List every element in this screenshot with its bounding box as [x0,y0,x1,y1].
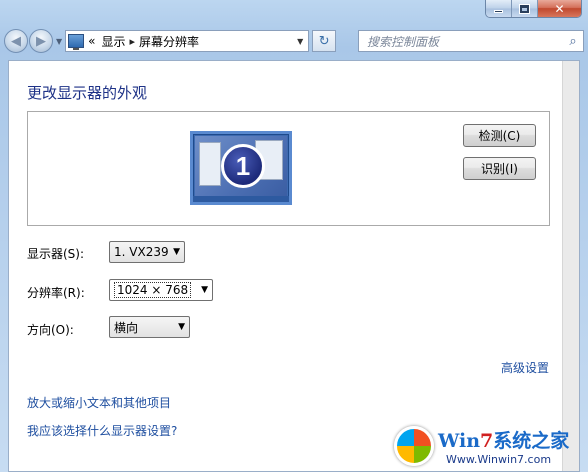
watermark-text: Win7系统之家 Www.Winwin7.com [438,426,569,466]
detect-button[interactable]: 检测(C) [463,124,536,147]
orientation-select[interactable]: 横向 ▼ [109,316,190,338]
page-title: 更改显示器的外观 [27,84,148,102]
breadcrumb-screen-resolution[interactable]: 屏幕分辨率 [139,33,199,50]
forward-arrow-icon: ▶ [36,33,46,49]
monitor-taskbar [193,196,289,202]
watermark-brand-c: 系统之家 [493,430,570,452]
recent-pages-dropdown[interactable]: ▼ [56,37,62,46]
window-frame: ✕ ◀ ▶ ▼ « 显示 ▸ 屏幕分辨率 ▼ ↻ 搜索控制面板 ⌕ 更改显示器的… [0,0,588,472]
monitor-preview-area: 1 检测(C) 识别(I) [27,111,550,226]
resolution-value: 1024 × 768 [114,282,192,298]
navigation-bar: ◀ ▶ ▼ « 显示 ▸ 屏幕分辨率 ▼ ↻ 搜索控制面板 ⌕ [4,26,584,56]
chevron-down-icon: ▼ [173,247,180,257]
windows-logo-icon [394,426,434,466]
search-icon[interactable]: ⌕ [563,34,583,49]
watermark-url: Www.Winwin7.com [446,453,552,466]
close-button[interactable]: ✕ [538,0,581,17]
watermark-title: Win7系统之家 [438,426,569,453]
address-dropdown-icon[interactable]: ▼ [292,31,308,51]
maximize-button[interactable] [512,0,538,17]
back-arrow-icon: ◀ [11,33,21,49]
maximize-icon [519,3,530,14]
close-icon: ✕ [554,1,565,16]
back-button[interactable]: ◀ [4,29,28,53]
caption-buttons: ✕ [485,0,582,18]
search-box[interactable]: 搜索控制面板 ⌕ [358,30,584,52]
text-size-link[interactable]: 放大或缩小文本和其他项目 [27,394,171,411]
monitor-number-badge: 1 [221,144,265,188]
preview-window [199,142,221,186]
vertical-scrollbar[interactable] [562,61,579,471]
refresh-button[interactable]: ↻ [312,30,337,52]
chevron-down-icon: ▼ [178,322,185,332]
identify-button[interactable]: 识别(I) [463,157,536,180]
resolution-label: 分辨率(R): [27,286,85,300]
address-bar[interactable]: « 显示 ▸ 屏幕分辨率 ▼ [65,30,310,52]
control-panel-icon [68,34,85,50]
advanced-settings-link[interactable]: 高级设置 [501,359,549,376]
search-input[interactable]: 搜索控制面板 [367,33,563,50]
watermark-brand-a: Win [438,430,481,452]
minimize-button[interactable] [486,0,512,17]
refresh-icon: ↻ [318,33,330,49]
minimize-icon [494,10,503,13]
orientation-label: 方向(O): [27,323,74,337]
display-label: 显示器(S): [27,247,85,261]
site-watermark: Win7系统之家 Www.Winwin7.com [394,422,584,470]
chevron-down-icon: ▼ [201,285,208,295]
breadcrumb-overflow[interactable]: « [88,34,95,48]
orientation-value: 横向 [114,320,139,335]
resolution-select[interactable]: 1024 × 768 ▼ [109,279,213,301]
help-settings-link[interactable]: 我应该选择什么显示器设置? [27,422,177,439]
monitor-1-preview[interactable]: 1 [190,131,292,205]
breadcrumb-display[interactable]: 显示 [102,33,126,50]
breadcrumb-separator-icon[interactable]: ▸ [130,35,136,48]
forward-button[interactable]: ▶ [29,29,53,53]
content-pane: 更改显示器的外观 1 检测(C) 识别(I) 显示器(S): 1. VX239 … [8,60,580,472]
display-value: 1. VX239 [114,245,169,259]
watermark-brand-b: 7 [480,430,494,452]
monitor-screen: 1 [195,136,287,196]
display-select[interactable]: 1. VX239 ▼ [109,241,185,263]
